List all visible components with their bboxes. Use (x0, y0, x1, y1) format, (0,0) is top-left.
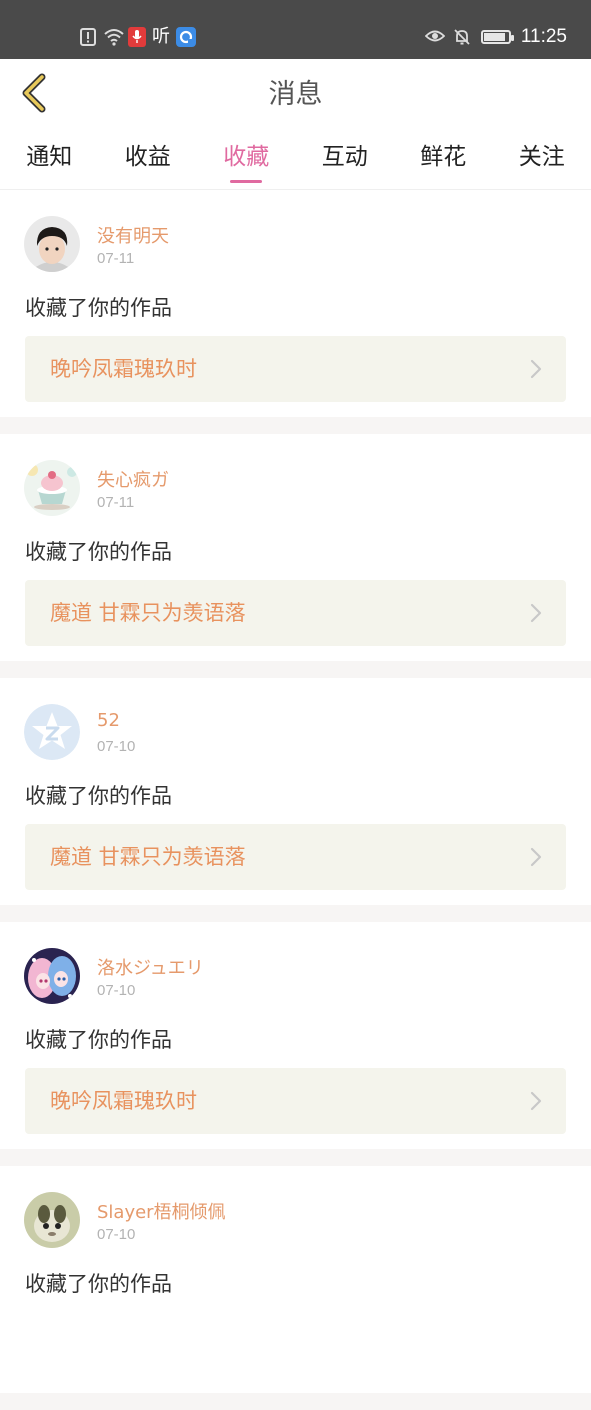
status-left-icons: 听 (80, 24, 196, 50)
work-title: 晚吟凤霜瑰玖时 (50, 1068, 197, 1134)
action-text: 收藏了你的作品 (25, 536, 172, 566)
message-card: 失心疯ガ 07-11 收藏了你的作品 魔道 甘霖只为羡语落 (0, 434, 591, 678)
eye-icon (425, 28, 443, 46)
bell-off-icon (453, 28, 471, 46)
chevron-right-icon (528, 358, 544, 380)
alert-file-icon (80, 28, 98, 46)
mic-icon (128, 27, 146, 47)
tab-favorites[interactable]: 收藏 (197, 131, 296, 189)
username[interactable]: Slayer梧桐倾佩 (97, 1198, 226, 1224)
app-icon (176, 27, 196, 47)
wifi-icon (104, 28, 122, 46)
tab-flowers[interactable]: 鲜花 (394, 131, 493, 189)
tab-follows[interactable]: 关注 (493, 131, 591, 189)
top-header: 消息 (0, 59, 591, 132)
chevron-right-icon (528, 846, 544, 868)
avatar[interactable] (24, 1192, 80, 1248)
action-text: 收藏了你的作品 (25, 1024, 172, 1054)
work-title: 晚吟凤霜瑰玖时 (50, 336, 197, 402)
listen-icon: 听 (152, 27, 170, 47)
work-link[interactable]: 晚吟凤霜瑰玖时 (25, 336, 566, 402)
avatar[interactable] (24, 704, 80, 760)
chevron-right-icon (528, 1090, 544, 1112)
avatar[interactable] (24, 948, 80, 1004)
avatar[interactable] (24, 460, 80, 516)
tab-bar: 通知 收益 收藏 互动 鲜花 关注 (0, 131, 591, 190)
work-link[interactable]: 魔道 甘霖只为羡语落 (25, 824, 566, 890)
message-date: 07-10 (97, 982, 135, 999)
work-title: 魔道 甘霖只为羡语落 (50, 824, 246, 890)
work-title: 魔道 甘霖只为羡语落 (50, 580, 246, 646)
message-date: 07-10 (97, 1226, 135, 1243)
page-title: 消息 (0, 59, 591, 131)
message-list: 没有明天 07-11 收藏了你的作品 晚吟凤霜瑰玖时 失心疯ガ 07-11 收藏… (0, 190, 591, 1410)
username[interactable]: 52 (97, 710, 120, 731)
message-date: 07-11 (97, 250, 134, 267)
username[interactable]: 失心疯ガ (97, 466, 169, 492)
message-card: 没有明天 07-11 收藏了你的作品 晚吟凤霜瑰玖时 (0, 190, 591, 434)
chevron-right-icon (528, 602, 544, 624)
message-card: 洛水ジュエリ 07-10 收藏了你的作品 晚吟凤霜瑰玖时 (0, 922, 591, 1166)
action-text: 收藏了你的作品 (25, 1268, 172, 1298)
message-card: 52 07-10 收藏了你的作品 魔道 甘霖只为羡语落 (0, 678, 591, 922)
action-text: 收藏了你的作品 (25, 780, 172, 810)
battery-icon (481, 30, 511, 44)
work-link[interactable]: 魔道 甘霖只为羡语落 (25, 580, 566, 646)
status-bar: 听 11:25 (0, 0, 591, 59)
username[interactable]: 洛水ジュエリ (97, 954, 204, 980)
action-text: 收藏了你的作品 (25, 292, 172, 322)
username[interactable]: 没有明天 (97, 222, 169, 248)
tab-earnings[interactable]: 收益 (99, 131, 198, 189)
message-date: 07-11 (97, 494, 134, 511)
avatar[interactable] (24, 216, 80, 272)
status-time: 11:25 (521, 26, 567, 48)
message-card: Slayer梧桐倾佩 07-10 收藏了你的作品 (0, 1166, 591, 1410)
work-link[interactable]: 晚吟凤霜瑰玖时 (25, 1068, 566, 1134)
tab-interactions[interactable]: 互动 (296, 131, 395, 189)
status-right-icons: 11:25 (425, 24, 567, 50)
message-date: 07-10 (97, 738, 135, 755)
tab-notifications[interactable]: 通知 (0, 131, 99, 189)
